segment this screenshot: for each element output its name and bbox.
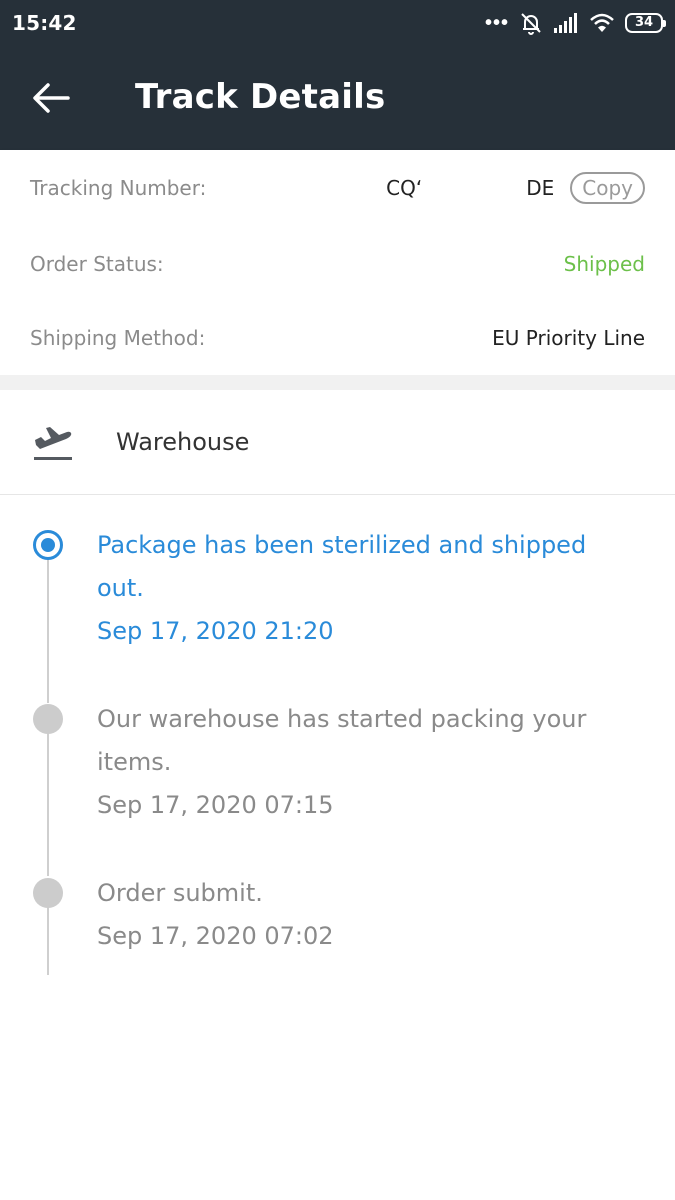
event-message: Our warehouse has started packing your i… [97,705,587,776]
timeline-dot-active [33,530,63,560]
event-time: Sep 17, 2020 07:15 [97,791,334,819]
tracking-number-label: Tracking Number: [30,176,207,200]
tracking-number-value[interactable]: CQʻ DE Copy [386,172,645,204]
battery-level: 34 [634,15,654,30]
back-button[interactable] [28,76,74,120]
event-time: Sep 17, 2020 21:20 [97,617,334,645]
tracking-number-row: Tracking Number: CQʻ DE Copy [30,168,645,208]
shipping-method-label: Shipping Method: [30,326,206,350]
flight-takeoff-icon [34,427,72,460]
timeline-event: Order submit. Sep 17, 2020 07:02 [97,872,637,958]
order-status-label: Order Status: [30,252,164,276]
tracking-number-prefix: CQʻ [386,176,423,200]
order-status-row: Order Status: Shipped [30,244,645,284]
timeline-event: Our warehouse has started packing your i… [97,698,637,827]
status-time: 15:42 [12,11,77,35]
timeline-dot [33,704,63,734]
page-title: Track Details [135,77,386,117]
app-bar: Track Details [0,46,675,150]
timeline-event: Package has been sterilized and shipped … [97,524,637,653]
tracking-timeline: Package has been sterilized and shipped … [0,495,675,995]
event-message: Order submit. [97,879,263,907]
tracking-number-suffix: DE [526,176,555,200]
signal-icon [554,13,577,33]
copy-button[interactable]: Copy [570,172,645,204]
status-icons: ••• 34 [484,10,666,36]
more-dots-icon: ••• [484,12,509,34]
section-divider [0,375,675,390]
tracking-number-redacted [422,178,527,198]
event-message: Package has been sterilized and shipped … [97,531,587,602]
timeline-connector [47,718,49,876]
shipping-method-row: Shipping Method: EU Priority Line [30,318,645,358]
timeline-connector [47,545,49,703]
warehouse-section-header: Warehouse [0,390,675,495]
status-bar: 15:42 ••• 34 [0,0,675,46]
battery-icon: 34 [625,13,666,33]
event-time: Sep 17, 2020 07:02 [97,922,334,950]
back-arrow-icon [33,83,70,113]
wifi-icon [590,13,614,32]
order-info-card: Tracking Number: CQʻ DE Copy Order Statu… [0,150,675,375]
warehouse-label: Warehouse [116,428,250,456]
alarm-off-icon [521,13,541,35]
order-status-value: Shipped [563,252,645,276]
timeline-dot [33,878,63,908]
shipping-method-value: EU Priority Line [492,326,645,350]
